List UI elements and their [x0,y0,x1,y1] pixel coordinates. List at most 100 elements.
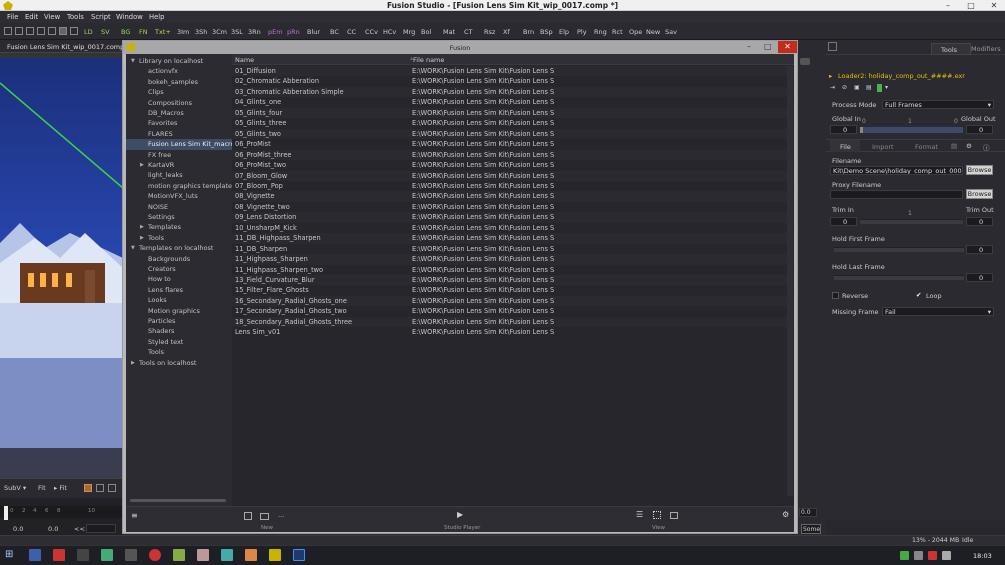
file-row[interactable]: 09_Lens Distortion E:\WORK\Fusion Lens Si… [232,212,794,223]
tree-item[interactable]: actionvfx [126,66,232,76]
tray-icon[interactable] [928,551,937,560]
node-header[interactable]: ▸ Loader2: holiday_comp_out_####.exr [826,70,1005,82]
proxy-browse-button[interactable]: Browse [966,189,993,199]
time-ruler[interactable] [0,506,124,518]
subtab-info-icon[interactable]: ⓘ [983,142,990,152]
proxy-filename-field[interactable] [830,190,963,199]
toolbar-button-sv[interactable]: SV [101,28,110,36]
expand-down-icon[interactable]: ▼ [131,243,135,253]
tree-item[interactable]: ▼ Library on localhost [126,56,232,66]
toolbar-button-rng[interactable]: Rng [594,28,607,36]
value-field[interactable]: 0.0 [799,508,817,517]
app-icon[interactable] [101,549,113,561]
dialog-minimize-icon[interactable]: – [747,42,751,51]
column-name-header[interactable]: Name [235,56,254,64]
column-filename-header[interactable]: File name [413,56,444,64]
menu-file[interactable]: File [7,13,18,21]
global-in-field[interactable]: 0 [830,125,857,134]
tree-item[interactable]: NOISE [126,202,232,212]
roi-icon[interactable] [96,484,104,492]
color-icon[interactable] [84,484,92,492]
preview-view-icon[interactable] [670,512,678,519]
file-row[interactable]: 15_Filter_Flare_Ghosts E:\WORK\Fusion Len… [232,285,794,295]
subtab-format[interactable]: Format [915,143,938,151]
play-icon[interactable]: ▶ [457,510,463,519]
collapse-icon[interactable] [828,42,837,51]
close-icon[interactable]: ✕ [983,0,1005,11]
app-icon[interactable] [53,549,65,561]
file-row[interactable]: 08_Vignette E:\WORK\Fusion Lens Sim Kit\F… [232,191,794,202]
filename-field[interactable]: Kit\Demo Scene\holiday_comp_out_0000.exr [830,166,963,175]
file-row[interactable]: 07_Bloom_Pop E:\WORK\Fusion Lens Sim Kit\… [232,181,794,191]
list-view-icon[interactable]: ☰ [636,510,643,519]
bin-tree[interactable]: ▼ Library on localhost actionvfx bokeh_samp… [126,54,232,506]
file-row[interactable]: 11_DB_Sharpen E:\WORK\Fusion Lens Sim Kit… [232,244,794,254]
comment-icon[interactable] [800,58,810,65]
menu-help[interactable]: Help [149,13,165,21]
layout-icon[interactable] [4,27,12,35]
toolbar-button-ply[interactable]: Ply [577,28,587,36]
global-out-field[interactable]: 0 [966,125,993,134]
tray-icon[interactable] [900,551,909,560]
file-row[interactable]: 06_ProMist E:\WORK\Fusion Lens Sim Kit\Fu… [232,139,794,149]
file-row[interactable]: 18_Secondary_Radial_Ghosts_three E:\WORK\… [232,316,794,328]
new-bin-icon[interactable] [244,512,252,520]
app-icon[interactable] [197,549,209,561]
some-button[interactable]: Some [801,524,821,534]
tree-item[interactable]: Clips [126,87,232,97]
toolbar-button-ccv[interactable]: CCv [365,28,378,36]
expand-right-icon[interactable]: ▶ [140,233,144,243]
tree-item[interactable]: ▼ Templates on localhost [126,243,232,253]
maximize-icon[interactable]: □ [960,0,982,11]
layout-icon[interactable] [70,27,78,35]
toolbar-button-ct[interactable]: CT [464,28,473,36]
lock-icon[interactable]: ▣ [854,84,860,91]
app-icon[interactable] [221,549,233,561]
trim-in-field[interactable]: 0 [830,217,857,226]
current-time-field[interactable] [86,524,116,533]
toolbar-button-hcv[interactable]: HCv [383,28,396,36]
tree-item[interactable]: Favorites [126,118,232,128]
toolbar-button-mrg[interactable]: Mrg [403,28,415,36]
tray-icon[interactable] [914,551,923,560]
toolbar-button-bol[interactable]: Bol [421,28,431,36]
new-folder-icon[interactable] [260,513,269,520]
file-row[interactable]: 01_Diffusion E:\WORK\Fusion Lens Sim Kit\… [232,66,794,77]
settings-gear-icon[interactable]: ⚙ [782,510,789,519]
global-range-slider[interactable] [860,127,963,133]
process-mode-select[interactable]: Full Frames ▾ [882,100,994,109]
tab-tools[interactable]: Tools [931,43,971,55]
toolbar-button-bc[interactable]: BC [330,28,339,36]
start-icon[interactable]: ⊞ [5,549,13,560]
timeline-ruler[interactable]: 0 2 4 6 8 10 0.0 0.0 << [0,498,124,538]
toolbar-button-brn[interactable]: Brn [523,28,534,36]
toolbar-button-elp[interactable]: Elp [559,28,569,36]
tray-icon[interactable] [942,551,951,560]
tree-item[interactable]: Looks [126,295,232,305]
file-row[interactable]: 02_Chromatic Abberation E:\WORK\Fusion Le… [232,76,794,86]
expand-right-icon[interactable]: ▶ [140,160,144,170]
tab-modifiers[interactable]: Modifiers [971,45,1001,53]
hold-last-field[interactable]: 0 [966,273,993,282]
app-icon[interactable] [29,549,41,561]
layout-icon[interactable] [48,27,56,35]
fit-dropdown[interactable]: ▸ Fit [54,484,67,492]
layout-icon[interactable] [37,27,45,35]
tree-item[interactable]: ▶ Templates [126,222,232,232]
file-row[interactable]: Lens Sim_v01 E:\WORK\Fusion Lens Sim Kit\… [232,327,794,337]
expand-right-icon[interactable]: ▶ [140,222,144,232]
file-row[interactable]: 08_Vignette_two E:\WORK\Fusion Lens Sim K… [232,202,794,212]
hold-first-field[interactable]: 0 [966,245,993,254]
tree-item[interactable]: Creators [126,264,232,274]
dialog-maximize-icon[interactable]: □ [764,42,772,51]
file-row[interactable]: 17_Secondary_Radial_Ghosts_two E:\WORK\Fu… [232,306,794,316]
fusion-taskbar-icon[interactable] [269,549,281,561]
lut-icon[interactable] [108,484,116,492]
toolbar-button-3sl[interactable]: 3SL [231,28,243,36]
file-row[interactable]: 10_UnsharpM_Kick E:\WORK\Fusion Lens Sim … [232,223,794,233]
tree-item[interactable]: Motion graphics [126,306,232,316]
toolbar-button-prn[interactable]: pRn [287,28,300,36]
tree-item[interactable]: motion graphics templates [126,181,232,191]
toolbar-button-bg[interactable]: BG [121,28,130,36]
color-swatch[interactable] [877,84,882,92]
